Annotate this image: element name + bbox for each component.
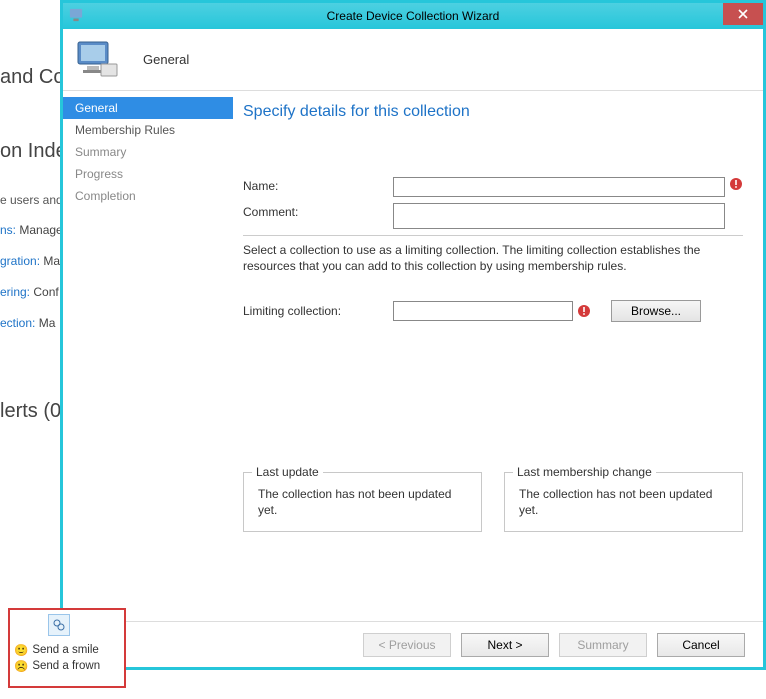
browse-button[interactable]: Browse... bbox=[611, 300, 701, 322]
comment-label: Comment: bbox=[243, 203, 393, 219]
step-summary[interactable]: Summary bbox=[63, 141, 233, 163]
last-update-text: The collection has not been updated yet. bbox=[258, 487, 471, 518]
comment-input[interactable] bbox=[393, 203, 725, 229]
name-input[interactable] bbox=[393, 177, 725, 197]
last-update-legend: Last update bbox=[252, 465, 323, 479]
send-smile[interactable]: 🙂 Send a smile bbox=[14, 642, 120, 658]
step-completion[interactable]: Completion bbox=[63, 185, 233, 207]
smile-icon: 🙂 bbox=[14, 643, 28, 657]
step-general[interactable]: General bbox=[63, 97, 233, 119]
last-membership-text: The collection has not been updated yet. bbox=[519, 487, 732, 518]
wizard-window: Create Device Collection Wizard General … bbox=[60, 0, 766, 670]
background-fragment: and Co on Index e users and ns: Manage g… bbox=[0, 0, 60, 699]
limiting-label: Limiting collection: bbox=[243, 304, 393, 318]
last-membership-legend: Last membership change bbox=[513, 465, 656, 479]
send-frown-label: Send a frown bbox=[32, 660, 100, 672]
previous-button: < Previous bbox=[363, 633, 451, 657]
step-membership-rules[interactable]: Membership Rules bbox=[63, 119, 233, 141]
wizard-content: Specify details for this collection Name… bbox=[233, 91, 763, 621]
frown-icon: ☹️ bbox=[14, 659, 28, 673]
send-frown[interactable]: ☹️ Send a frown bbox=[14, 658, 120, 674]
error-icon bbox=[729, 177, 743, 191]
page-title: General bbox=[143, 52, 189, 67]
bg-alerts: lerts (0) bbox=[0, 400, 68, 423]
error-icon bbox=[577, 304, 591, 318]
close-button[interactable] bbox=[723, 3, 763, 25]
last-update-group: Last update The collection has not been … bbox=[243, 472, 482, 532]
computer-icon bbox=[75, 38, 119, 82]
header-band: General bbox=[63, 29, 763, 91]
titlebar[interactable]: Create Device Collection Wizard bbox=[63, 3, 763, 29]
step-progress[interactable]: Progress bbox=[63, 163, 233, 185]
feedback-toggle[interactable] bbox=[48, 614, 70, 636]
wizard-footer: < Previous Next > Summary Cancel bbox=[63, 621, 763, 667]
wizard-steps: General Membership Rules Summary Progres… bbox=[63, 91, 233, 621]
summary-button: Summary bbox=[559, 633, 647, 657]
feedback-menu: 🙂 Send a smile ☹️ Send a frown bbox=[8, 608, 126, 688]
window-title: Create Device Collection Wizard bbox=[327, 9, 500, 23]
last-membership-group: Last membership change The collection ha… bbox=[504, 472, 743, 532]
close-icon bbox=[738, 9, 748, 19]
name-label: Name: bbox=[243, 177, 393, 193]
content-heading: Specify details for this collection bbox=[243, 103, 743, 121]
next-button[interactable]: Next > bbox=[461, 633, 549, 657]
people-icon bbox=[52, 618, 66, 632]
app-icon bbox=[69, 8, 83, 22]
bg-heading-1: and Co bbox=[0, 66, 65, 89]
bg-row1: e users and bbox=[0, 193, 63, 207]
limiting-help-text: Select a collection to use as a limiting… bbox=[243, 235, 743, 274]
cancel-button[interactable]: Cancel bbox=[657, 633, 745, 657]
send-smile-label: Send a smile bbox=[32, 644, 98, 656]
limiting-collection-input[interactable] bbox=[393, 301, 573, 321]
